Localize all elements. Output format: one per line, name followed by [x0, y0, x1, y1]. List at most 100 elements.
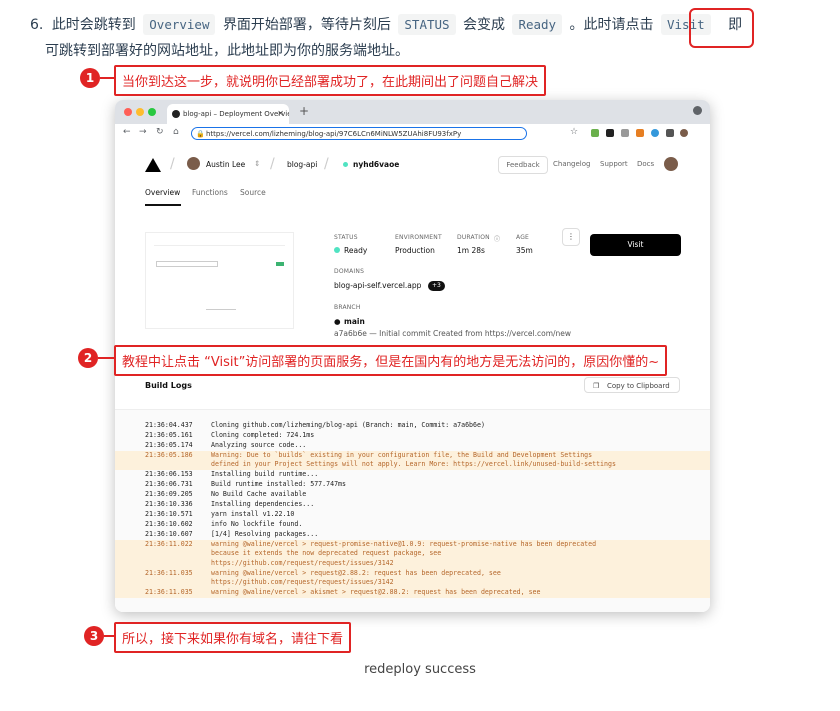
- age-label: AGE: [516, 234, 530, 241]
- copy-icon: ❐: [593, 382, 600, 390]
- step-text-line2: 可跳转到部署好的网站地址，此地址即为你的服务端地址。: [45, 43, 409, 59]
- tab-functions[interactable]: Functions: [192, 188, 228, 197]
- domains-label: DOMAINS: [334, 268, 365, 275]
- log-line: 21:36:06.153 Installing build runtime...: [115, 470, 710, 480]
- log-line: 21:36:10.571 yarn install v1.22.10: [115, 510, 710, 520]
- duration-value: 1m 28s: [457, 246, 485, 255]
- annotation-badge-3: 3: [84, 626, 104, 646]
- star-icon[interactable]: ☆: [570, 127, 578, 137]
- forward-icon[interactable]: →: [139, 127, 147, 137]
- maximize-dot-icon: [148, 108, 156, 116]
- log-line: 21:36:06.731 Build runtime installed: 577…: [115, 480, 710, 490]
- annotation-badge-2: 2: [78, 348, 98, 368]
- tab-close-icon[interactable]: ✕: [277, 104, 284, 124]
- nav-changelog[interactable]: Changelog: [553, 160, 590, 168]
- back-icon[interactable]: ←: [123, 127, 131, 137]
- separator: /: [170, 156, 175, 172]
- commit-info[interactable]: a7a6b6e — Initial commit Created from ht…: [334, 329, 571, 338]
- step-number: 6.: [30, 17, 44, 33]
- vercel-logo-icon[interactable]: [145, 158, 161, 172]
- log-message: [1/4] Resolving packages...: [211, 530, 319, 539]
- vercel-header: / Austin Lee ⇕ / blog-api / nyhd6vaoe Fe…: [115, 144, 710, 209]
- tab-title: blog-api – Deployment Overvie: [183, 110, 289, 118]
- new-tab-icon[interactable]: +: [299, 104, 309, 118]
- status-label: STATUS: [334, 234, 358, 241]
- nav-docs[interactable]: Docs: [637, 160, 654, 168]
- branch-label: BRANCH: [334, 304, 361, 311]
- log-line: 21:36:05.174 Analyzing source code...: [115, 441, 710, 451]
- tab-overview[interactable]: Overview: [145, 188, 180, 197]
- github-icon: ●: [334, 317, 341, 326]
- image-caption: redeploy success: [364, 662, 476, 677]
- domain-link[interactable]: blog-api-self.vercel.app: [334, 281, 421, 290]
- extension-icon[interactable]: [621, 129, 629, 137]
- inline-code-status: STATUS: [398, 14, 456, 35]
- inline-code-overview: Overview: [143, 14, 216, 35]
- profile-avatar-icon[interactable]: [680, 129, 688, 137]
- chevron-updown-icon[interactable]: ⇕: [254, 159, 260, 168]
- separator: /: [270, 156, 275, 172]
- status-dot-icon: [343, 162, 348, 167]
- log-line: 21:36:04.437 Cloning github.com/lizheming…: [115, 421, 710, 431]
- step-text: 会变成: [463, 17, 505, 33]
- log-message: warning @waline/vercel > request-promise…: [211, 540, 597, 567]
- log-message: info No lockfile found.: [211, 520, 303, 529]
- log-timestamp: 21:36:10.602: [145, 520, 193, 529]
- environment-label: ENVIRONMENT: [395, 234, 442, 241]
- browser-tab[interactable]: blog-api – Deployment Overvie ✕: [167, 104, 289, 124]
- log-output: 21:36:04.437 Cloning github.com/lizheming…: [115, 409, 710, 612]
- deployment-id[interactable]: nyhd6vaoe: [353, 160, 399, 169]
- log-timestamp: 21:36:05.174: [145, 441, 193, 449]
- close-dot-icon: [124, 108, 132, 116]
- log-message: Cloning completed: 724.1ms: [211, 431, 315, 439]
- inline-code-ready: Ready: [512, 14, 563, 35]
- log-message: Installing dependencies...: [211, 500, 315, 509]
- ready-dot-icon: [334, 247, 340, 253]
- reload-icon[interactable]: ↻: [156, 127, 164, 137]
- copy-to-clipboard-button[interactable]: ❐ Copy to Clipboard: [584, 377, 680, 393]
- duration-label: DURATION: [457, 234, 490, 241]
- deployment-summary: [115, 208, 710, 343]
- log-message: Installing build runtime...: [211, 470, 319, 479]
- avatar[interactable]: [664, 157, 678, 171]
- log-timestamp: 21:36:06.153: [145, 470, 193, 479]
- log-message: Warning: Due to `builds` existing in you…: [211, 451, 616, 469]
- annotation-note-1: 当你到达这一步，就说明你已经部署成功了，在此期间出了问题自己解决: [114, 65, 547, 96]
- more-domains-badge[interactable]: +3: [428, 281, 445, 291]
- log-line: 21:36:05.161 Cloning completed: 724.1ms: [115, 431, 710, 441]
- tab-source[interactable]: Source: [240, 188, 266, 197]
- annotation-note-2: 教程中让点击 “Visit”访问部署的页面服务，但是在国内有的地方是无法访问的，…: [114, 345, 668, 376]
- feedback-button[interactable]: Feedback: [498, 156, 548, 174]
- extension-icon[interactable]: [591, 129, 599, 137]
- build-logs-title: Build Logs: [145, 381, 192, 390]
- extension-icon[interactable]: [666, 129, 674, 137]
- address-bar[interactable]: 🔒 https://vercel.com/lizheming/blog-api/…: [191, 127, 527, 140]
- log-timestamp: 21:36:06.731: [145, 480, 193, 489]
- log-line: 21:36:11.035 warning @waline/vercel > aki…: [115, 587, 710, 598]
- extension-icon[interactable]: [606, 129, 614, 137]
- log-timestamp: 21:36:11.035: [145, 587, 193, 596]
- step-text: 界面开始部署，等待片刻后: [222, 17, 391, 33]
- home-icon[interactable]: ⌂: [173, 127, 179, 137]
- extension-icon[interactable]: [651, 129, 659, 137]
- browser-menu-icon[interactable]: [693, 106, 702, 115]
- log-message: yarn install v1.22.10: [211, 510, 295, 519]
- nav-support[interactable]: Support: [600, 160, 628, 168]
- project-name[interactable]: blog-api: [287, 160, 317, 169]
- visit-highlight-box: [689, 8, 754, 48]
- log-line: 21:36:11.022 warning @waline/vercel > req…: [115, 540, 710, 569]
- browser-toolbar: ← → ↻ ⌂ 🔒 https://vercel.com/lizheming/b…: [115, 124, 710, 145]
- more-options-icon[interactable]: ⋮: [562, 228, 580, 246]
- user-name[interactable]: Austin Lee: [206, 160, 245, 169]
- lock-icon: 🔒: [196, 130, 205, 138]
- log-timestamp: 21:36:10.336: [145, 500, 193, 509]
- log-message: Analyzing source code...: [211, 441, 307, 449]
- environment-value: Production: [395, 246, 435, 255]
- log-message: warning @waline/vercel > akismet > reque…: [211, 587, 541, 596]
- extension-icon[interactable]: [636, 129, 644, 137]
- deployment-preview-thumbnail[interactable]: [145, 232, 294, 329]
- branch-value[interactable]: main: [344, 317, 365, 326]
- visit-button[interactable]: Visit: [590, 234, 681, 256]
- log-timestamp: 21:36:11.022: [145, 540, 193, 549]
- log-timestamp: 21:36:10.571: [145, 510, 193, 519]
